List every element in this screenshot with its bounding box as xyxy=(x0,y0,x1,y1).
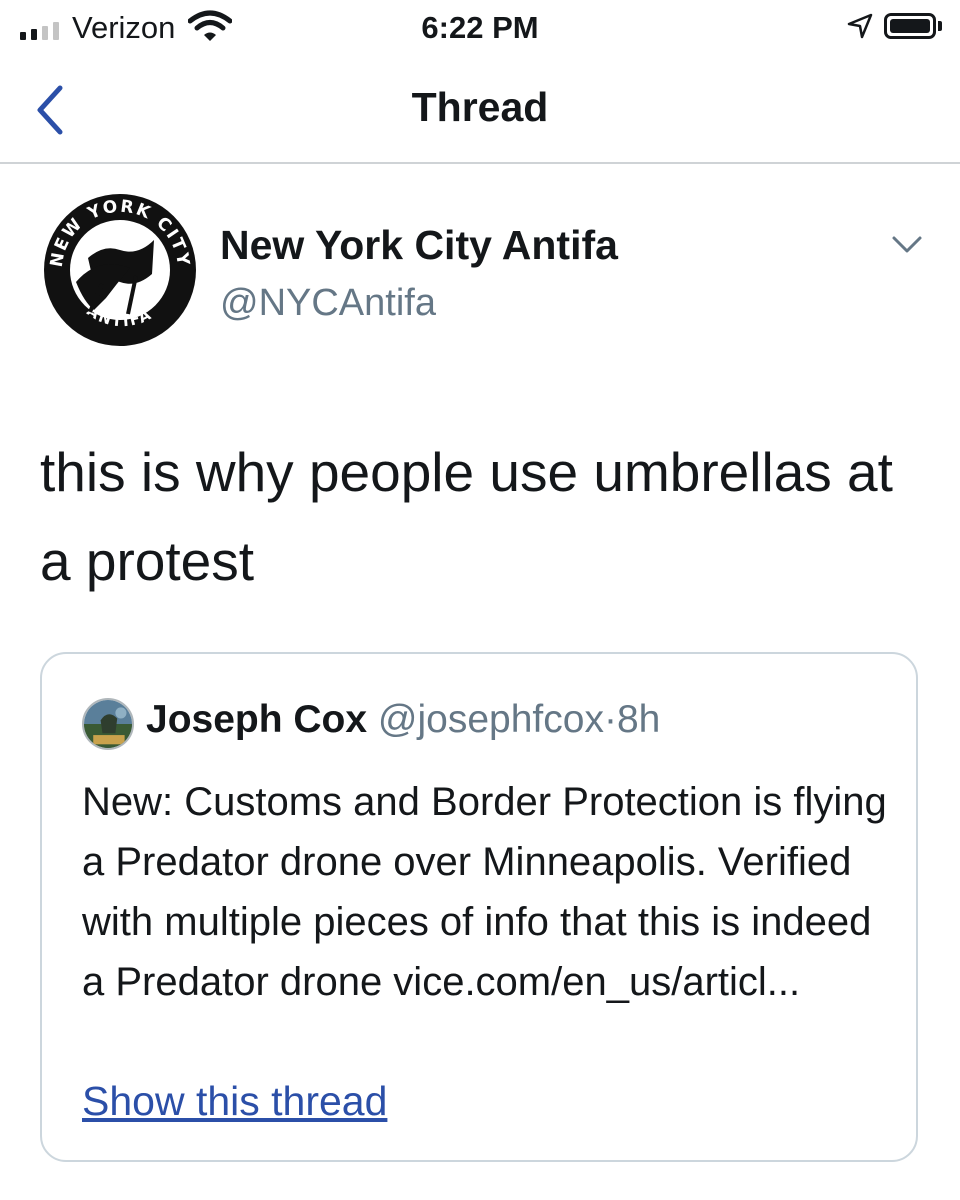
tweet-text: this is why people use umbrellas at a pr… xyxy=(40,441,893,592)
battery-icon xyxy=(884,13,936,39)
status-bar: Verizon 6:22 PM xyxy=(0,0,960,56)
quoted-author-name: Joseph Cox xyxy=(146,698,368,741)
battery-tip xyxy=(938,21,942,31)
nav-bar: Thread xyxy=(0,56,960,164)
quoted-tweet-card[interactable]: Joseph Cox @josephfcox·8h New: Customs a… xyxy=(40,652,918,1162)
quoted-tweet-text: New: Customs and Border Protection is fl… xyxy=(82,780,887,1004)
meta-separator: · xyxy=(603,698,617,741)
quoted-tweet-time: 8h xyxy=(616,698,661,741)
chevron-down-icon[interactable] xyxy=(890,232,924,256)
quoted-author-handle: @josephfcox xyxy=(377,698,604,741)
show-thread-link[interactable]: Show this thread xyxy=(82,1078,387,1125)
status-time: 6:22 PM xyxy=(421,10,539,45)
author-handle[interactable]: @NYCAntifa xyxy=(220,282,436,325)
location-arrow-icon xyxy=(847,13,873,39)
quoted-author-avatar xyxy=(82,698,134,750)
page-title: Thread xyxy=(411,84,549,130)
quoted-tweet-header: Joseph Cox @josephfcox·8h xyxy=(146,698,660,742)
author-name[interactable]: New York City Antifa xyxy=(220,222,618,269)
avatar[interactable]: NEW YORK CITY ANTIFA xyxy=(40,190,200,350)
